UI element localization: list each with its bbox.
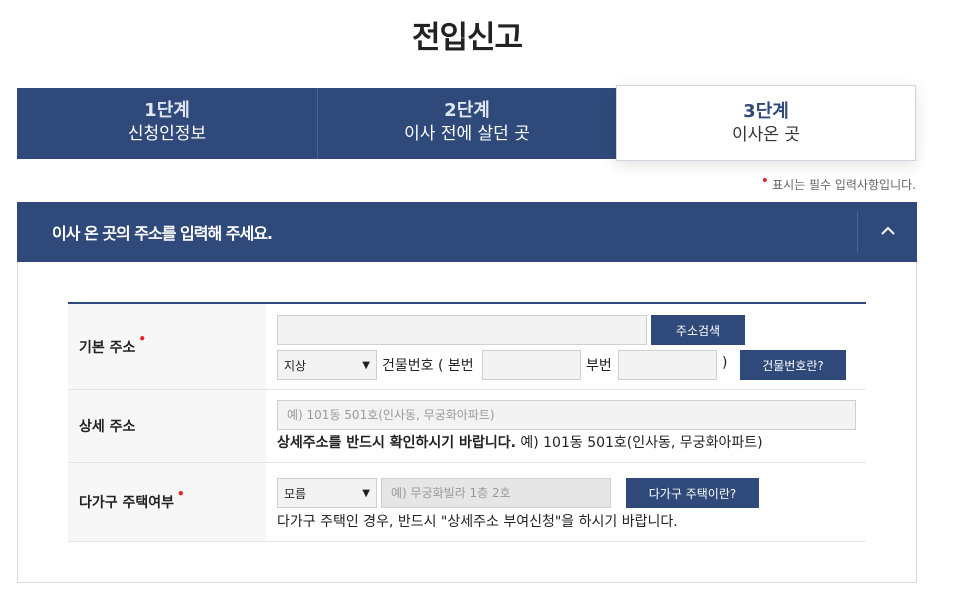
required-note-text: 표시는 필수 입력사항입니다. <box>772 178 916 192</box>
panel-header: 이사 온 곳의 주소를 입력해 주세요. <box>17 202 917 262</box>
building-number-help-button[interactable]: 건물번호란? <box>740 350 846 380</box>
detail-address-input[interactable]: 예) 101동 501호(인사동, 무궁화아파트) <box>277 400 856 430</box>
detail-address-label-text: 상세 주소 <box>79 419 136 435</box>
sub-number-label: 부번 <box>586 358 612 374</box>
step-navigation: 1단계 신청인정보 2단계 이사 전에 살던 곳 3단계 이사온 곳 <box>17 85 916 161</box>
detail-notice-bold: 상세주소를 반드시 확인하시기 바랍니다. <box>277 435 516 451</box>
address-search-button[interactable]: 주소검색 <box>651 315 745 345</box>
address-panel: 이사 온 곳의 주소를 입력해 주세요. 기본 주소 • 주소검색 지상 ▼ 건물… <box>17 202 917 583</box>
step-1-tab[interactable]: 1단계 신청인정보 <box>17 88 317 159</box>
chevron-down-icon: ▼ <box>362 487 370 499</box>
step-number: 1단계 <box>144 100 190 121</box>
step-number: 2단계 <box>444 100 490 121</box>
required-dot-icon: • <box>138 331 147 346</box>
step-label: 이사 전에 살던 곳 <box>404 124 530 144</box>
multi-family-notice: 다가구 주택인 경우, 반드시 "상세주소 부여신청"을 하시기 바랍니다. <box>277 514 678 530</box>
detail-address-notice: 상세주소를 반드시 확인하시기 바랍니다. 예) 101동 501호(인사동, … <box>277 432 763 452</box>
required-fields-note: • 표시는 필수 입력사항입니다. <box>760 173 916 193</box>
multi-family-row: 다가구 주택여부 • 모름 ▼ 예) 무궁화빌라 1층 2호 다가구 주택이란? … <box>68 463 866 542</box>
step-2-tab[interactable]: 2단계 이사 전에 살던 곳 <box>317 88 616 159</box>
land-type-selected: 지상 <box>284 358 307 373</box>
step-3-tab-active[interactable]: 3단계 이사온 곳 <box>616 85 916 161</box>
panel-title: 이사 온 곳의 주소를 입력해 주세요. <box>52 224 273 243</box>
basic-address-label: 기본 주소 • <box>68 304 266 389</box>
required-dot-icon: • <box>177 487 185 501</box>
step-label: 신청인정보 <box>127 124 207 144</box>
main-number-input[interactable] <box>482 350 581 380</box>
land-type-select[interactable]: 지상 ▼ <box>277 350 377 380</box>
multi-family-help-button[interactable]: 다가구 주택이란? <box>626 478 759 508</box>
step-number: 3단계 <box>743 101 789 122</box>
detail-address-label: 상세 주소 <box>68 390 266 462</box>
basic-address-row: 기본 주소 • 주소검색 지상 ▼ 건물번호 ( 본번 부번 ) 건물번호란? <box>68 304 866 390</box>
multi-family-label-text: 다가구 주택여부 <box>79 495 175 511</box>
multi-family-select[interactable]: 모름 ▼ <box>277 478 377 508</box>
basic-address-input[interactable] <box>277 315 647 345</box>
header-divider <box>857 212 858 252</box>
multi-family-selected: 모름 <box>284 486 307 501</box>
detail-notice-example: 예) 101동 501호(인사동, 무궁화아파트) <box>520 435 763 451</box>
chevron-down-icon: ▼ <box>362 359 370 371</box>
close-paren: ) <box>722 355 728 371</box>
multi-family-unit-input[interactable]: 예) 무궁화빌라 1층 2호 <box>381 478 611 508</box>
detail-address-row: 상세 주소 예) 101동 501호(인사동, 무궁화아파트) 상세주소를 반드… <box>68 390 866 463</box>
multi-family-label: 다가구 주택여부 • <box>68 463 266 541</box>
basic-address-label-text: 기본 주소 <box>79 339 136 356</box>
step-label: 이사온 곳 <box>732 125 800 145</box>
collapse-chevron-up-icon[interactable] <box>877 220 899 242</box>
page-title: 전입신고 <box>411 20 523 56</box>
address-form-table: 기본 주소 • 주소검색 지상 ▼ 건물번호 ( 본번 부번 ) 건물번호란? 상… <box>68 302 866 542</box>
building-number-label: 건물번호 ( 본번 <box>382 358 474 374</box>
required-dot-icon: • <box>760 173 770 189</box>
sub-number-input[interactable] <box>618 350 717 380</box>
